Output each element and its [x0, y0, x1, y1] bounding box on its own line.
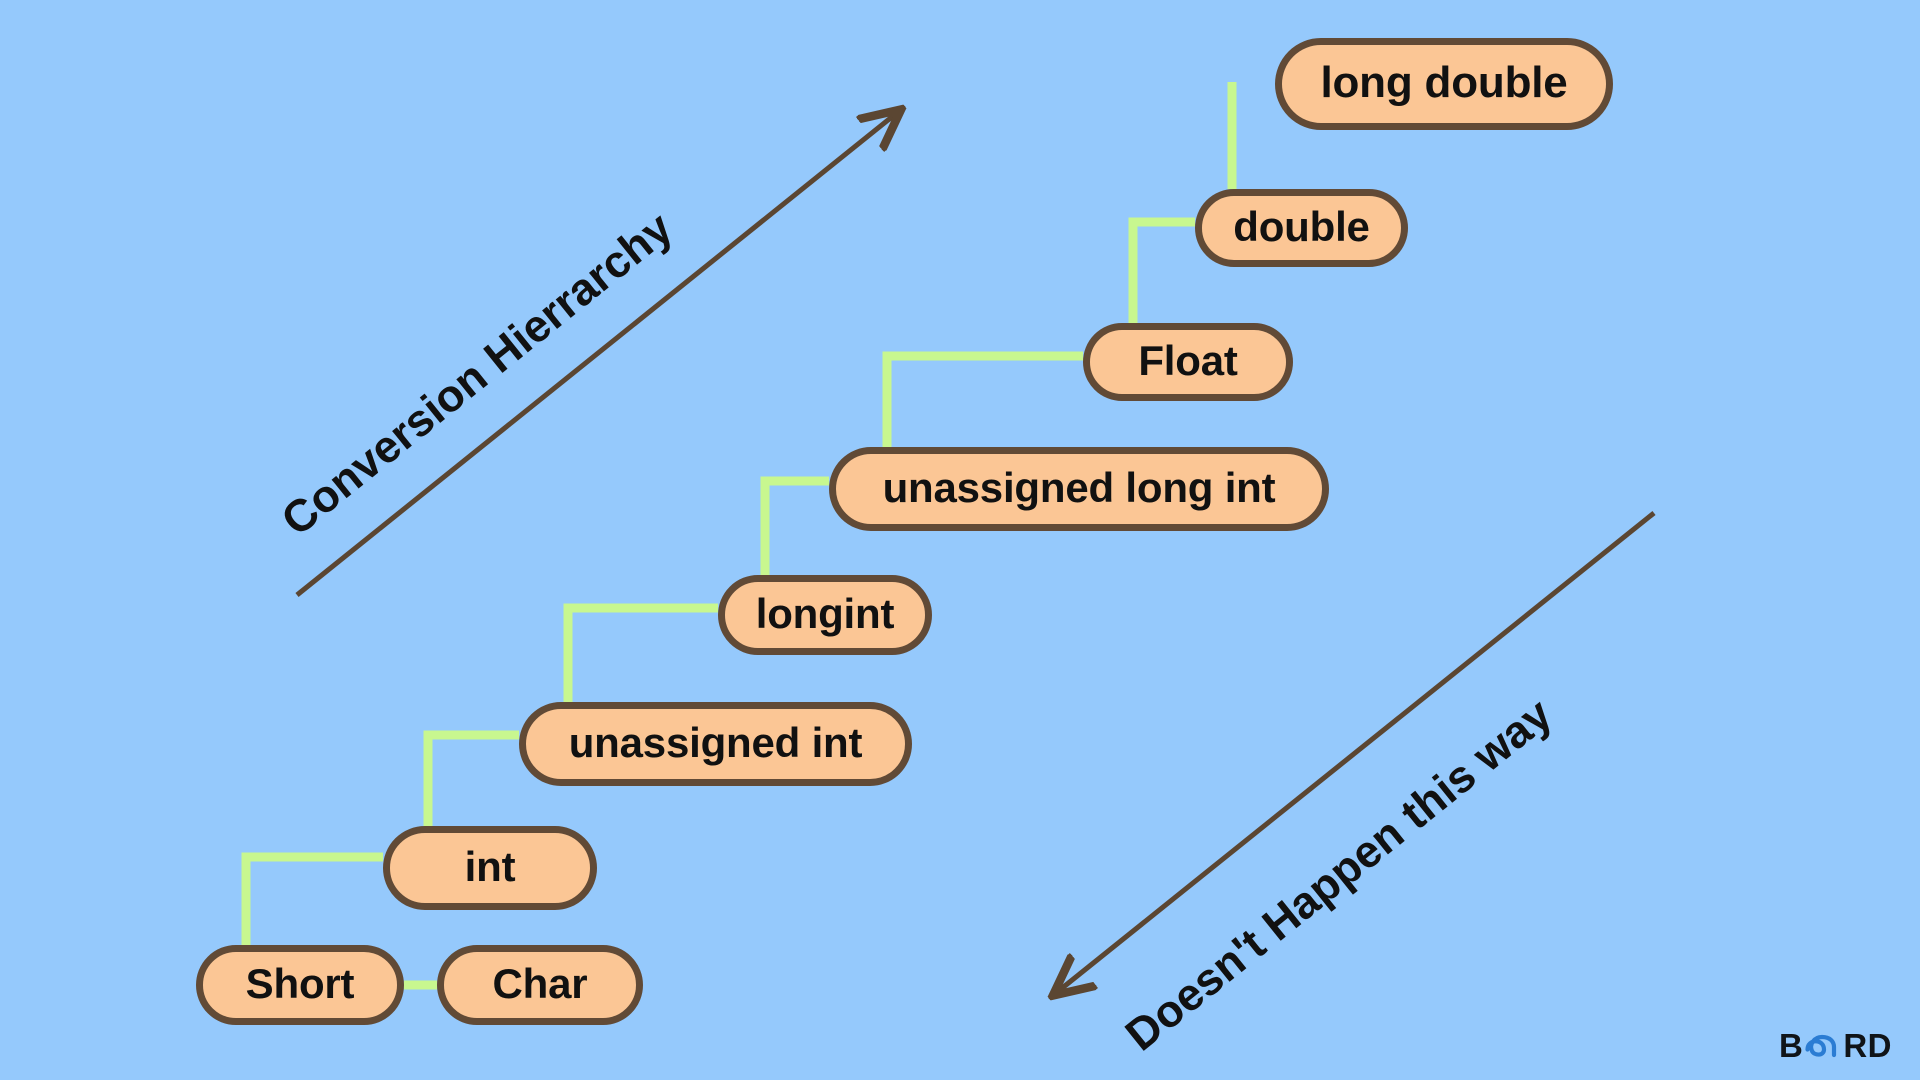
annotation-arrow-layer [295, 0, 1656, 1080]
node-double[interactable]: double [1195, 189, 1408, 267]
node-short-label: Short [245, 959, 355, 1007]
node-unassigned-int-label: unassigned int [568, 718, 863, 766]
node-long-double[interactable]: long double [1275, 38, 1613, 130]
node-long-double-label: long double [1320, 57, 1568, 107]
node-longint-label: longint [755, 589, 895, 637]
logo-text-after: RD [1843, 1026, 1892, 1064]
conversion-hierarchy-arrow-line [295, 112, 898, 597]
node-unassigned-int[interactable]: unassigned int [519, 702, 912, 786]
node-longint[interactable]: longint [718, 575, 932, 655]
node-int-label: int [464, 842, 516, 890]
node-double-label: double [1233, 202, 1370, 250]
node-int[interactable]: int [383, 826, 597, 910]
node-float-label: Float [1138, 336, 1238, 384]
logo-infinity-mark [1804, 1028, 1842, 1062]
logo-text-before: B [1778, 1026, 1804, 1064]
board-logo: B RD [1779, 1028, 1892, 1062]
node-short[interactable]: Short [196, 945, 404, 1025]
node-unassigned-long-int[interactable]: unassigned long int [829, 447, 1329, 531]
node-char[interactable]: Char [437, 945, 643, 1025]
node-unassigned-long-int-label: unassigned long int [882, 463, 1276, 511]
node-char-label: Char [492, 959, 588, 1007]
node-float[interactable]: Float [1083, 323, 1293, 401]
diagram-canvas: Conversion Hierrarchy Doesn't Happen thi… [0, 0, 1920, 1080]
doesnt-happen-arrow-line [1056, 511, 1656, 993]
